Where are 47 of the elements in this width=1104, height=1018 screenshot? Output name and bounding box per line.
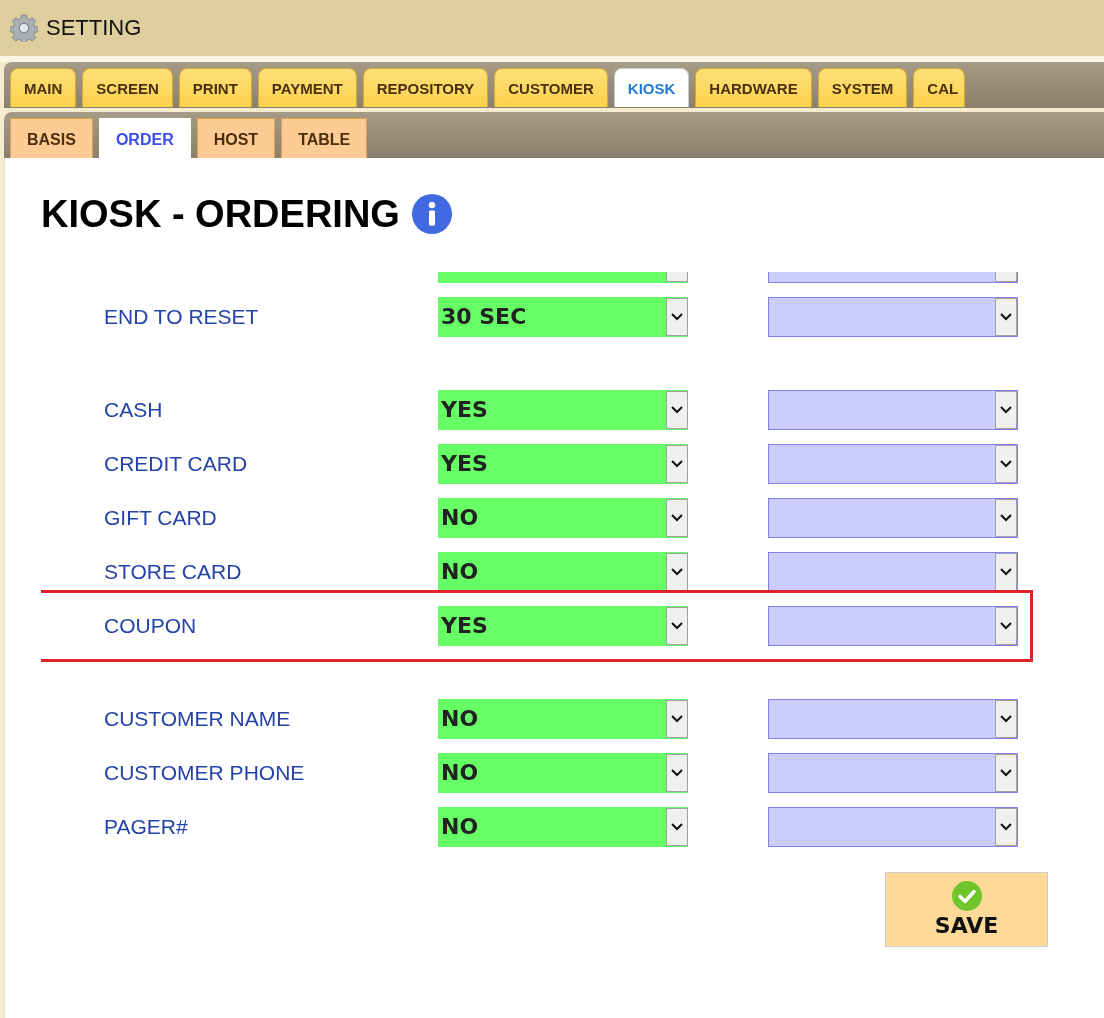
dropdown[interactable] [768, 606, 1018, 646]
setting-label: CUSTOMER PHONE [104, 761, 306, 785]
tab[interactable]: CUSTOMER [494, 68, 608, 107]
dropdown[interactable]: NO [438, 498, 688, 538]
dropdown[interactable] [768, 444, 1018, 484]
tab[interactable]: PAYMENT [257, 68, 357, 107]
dropdown[interactable] [768, 552, 1018, 592]
dropdown[interactable] [768, 297, 1018, 337]
dropdown[interactable]: YES [438, 390, 688, 430]
dropdown[interactable] [768, 390, 1018, 430]
tab[interactable]: SYSTEM [817, 68, 908, 107]
dropdown[interactable] [768, 807, 1018, 847]
tab[interactable]: BASIS [10, 118, 93, 159]
window-title: SETTING [46, 15, 142, 41]
dropdown[interactable] [768, 753, 1018, 793]
dropdown[interactable]: NO [438, 699, 688, 739]
dropdown[interactable]: NO [438, 753, 688, 793]
tab[interactable]: HARDWARE [695, 68, 812, 107]
dropdown[interactable]: 30 SEC [438, 297, 688, 337]
tab[interactable]: SCREEN [82, 68, 173, 107]
checkmark-icon [951, 881, 982, 911]
dropdown[interactable]: YES [438, 606, 688, 646]
tab[interactable]: REPOSITORY [362, 68, 489, 107]
setting-label: END TO RESET [104, 305, 260, 329]
setting-label: GIFT CARD [104, 506, 218, 530]
dropdown[interactable] [768, 498, 1018, 538]
info-icon[interactable] [411, 194, 452, 234]
tab[interactable]: CAL [913, 68, 966, 107]
tab[interactable]: ORDER [98, 118, 191, 159]
tab[interactable]: PRINT [178, 68, 252, 107]
tab[interactable]: KIOSK [613, 68, 690, 107]
tab[interactable]: MAIN [10, 68, 77, 107]
setting-label: CASH [104, 398, 164, 422]
gear-icon [10, 14, 38, 42]
setting-label: PAGER# [104, 815, 189, 839]
setting-label: CUSTOMER NAME [104, 707, 292, 731]
dropdown[interactable]: NO [438, 807, 688, 847]
save-button[interactable]: SAVE [885, 872, 1048, 947]
setting-label: COUPON [104, 614, 198, 638]
tab[interactable]: HOST [196, 118, 276, 159]
setting-label: STORE CARD [104, 560, 243, 584]
dropdown[interactable]: NO [438, 552, 688, 592]
tab[interactable]: TABLE [281, 118, 368, 159]
setting-label: CREDIT CARD [104, 452, 249, 476]
page-heading: KIOSK - ORDERING [41, 192, 400, 236]
dropdown[interactable] [768, 699, 1018, 739]
dropdown[interactable]: YES [438, 444, 688, 484]
